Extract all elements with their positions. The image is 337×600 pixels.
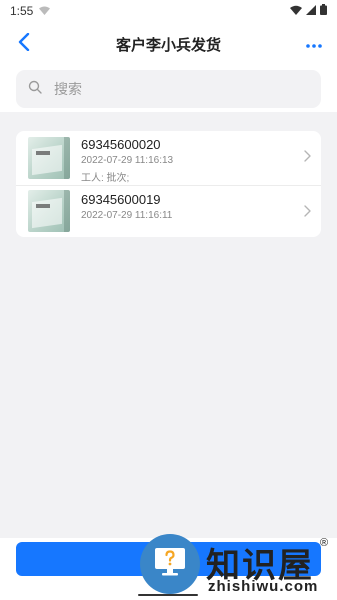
shipment-list: 69345600020 2022-07-29 11:16:13 工人: 批次; … [16,131,321,237]
cell-signal-icon [306,4,316,18]
watermark-registered: ® [320,537,329,549]
battery-icon [320,4,327,18]
back-button[interactable] [10,30,38,58]
item-thumbnail [28,190,70,232]
search-input[interactable]: 搜索 [16,70,321,108]
chevron-left-icon [18,32,30,56]
more-icon [306,35,322,53]
nav-bar: 客户李小兵发货 [0,22,337,66]
item-code: 69345600019 [81,192,161,207]
list-item[interactable]: 69345600020 2022-07-29 11:16:13 工人: 批次; [16,131,321,185]
status-time: 1:55 [10,4,34,18]
status-bar: 1:55 [0,0,337,22]
search-icon [28,80,42,99]
item-code: 69345600020 [81,137,161,152]
watermark-logo [140,534,200,594]
chevron-right-icon [304,149,311,167]
wifi-icon [39,4,51,18]
wifi-signal-icon [290,4,302,18]
page-title: 客户李小兵发货 [115,36,221,54]
item-time: 2022-07-29 11:16:11 [81,210,173,221]
item-worker: 工人: 批次; [81,173,130,184]
item-thumbnail [28,137,70,179]
help-monitor-icon [153,546,187,583]
list-item[interactable]: 69345600019 2022-07-29 11:16:11 [16,185,321,237]
more-button[interactable] [299,30,329,58]
home-indicator [138,594,198,596]
watermark-url: zhishiwu.com [208,578,319,595]
search-placeholder: 搜索 [54,81,82,97]
chevron-right-icon [304,204,311,222]
item-time: 2022-07-29 11:16:13 [81,155,174,166]
search-bar: 搜索 [0,66,337,112]
